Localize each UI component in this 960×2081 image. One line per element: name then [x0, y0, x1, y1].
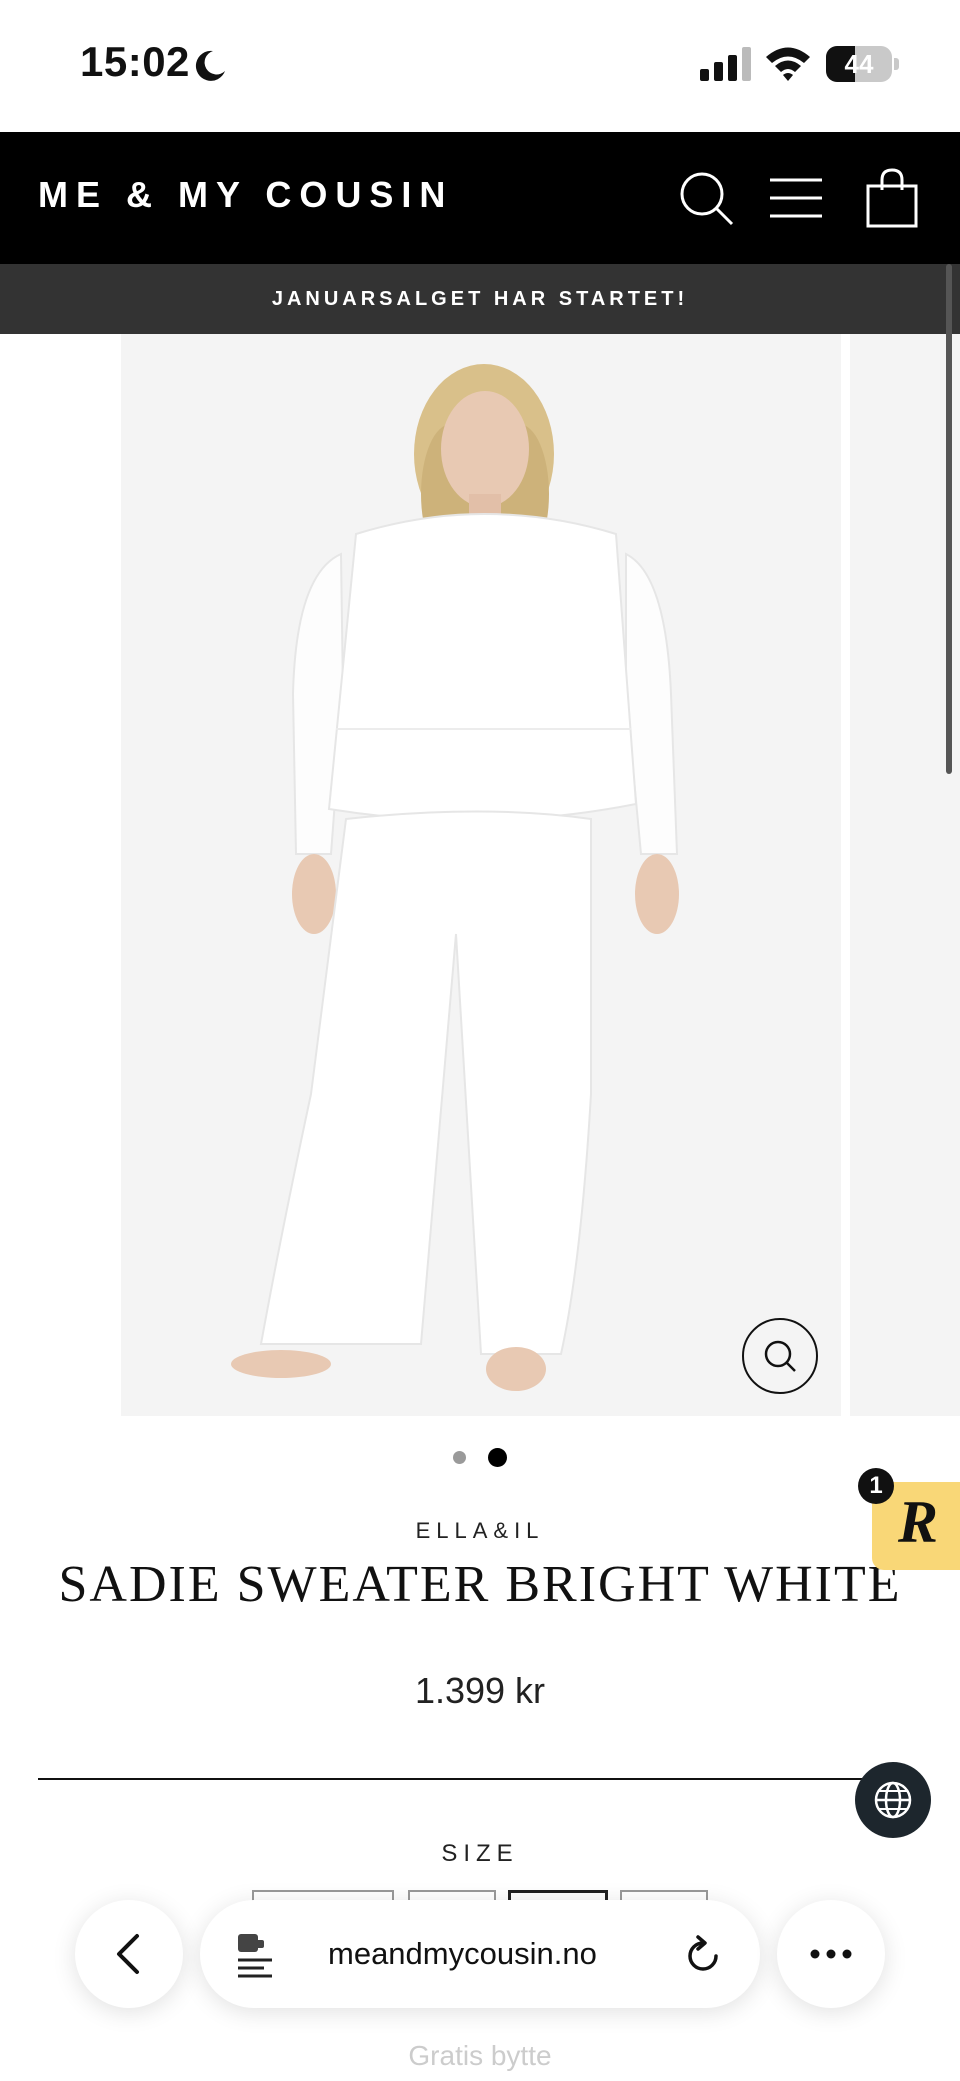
address-bar[interactable]: meandmycousin.no	[200, 1900, 760, 2008]
moon-icon	[195, 50, 225, 81]
product-brand[interactable]: ELLA&IL	[0, 1518, 960, 1544]
menu-icon[interactable]	[766, 168, 826, 228]
gallery-dots	[0, 1448, 960, 1472]
product-image[interactable]	[121, 334, 841, 1416]
rewards-badge: 1	[858, 1468, 894, 1504]
status-bar: 15:02 44	[0, 0, 960, 132]
signal-icon	[700, 47, 751, 81]
product-price: 1.399 kr	[414, 1670, 546, 1711]
reload-icon[interactable]	[682, 1934, 724, 1976]
wifi-icon	[766, 47, 810, 81]
battery-icon: 44	[826, 46, 900, 82]
language-button[interactable]	[855, 1762, 931, 1838]
site-header: ME & MY COUSIN	[0, 132, 960, 264]
zoom-button[interactable]	[742, 1318, 818, 1394]
url-text[interactable]: meandmycousin.no	[328, 1936, 597, 1972]
site-logo[interactable]: ME & MY COUSIN	[38, 174, 453, 216]
zoom-icon	[764, 1340, 796, 1372]
extension-icon[interactable]	[234, 1930, 278, 1978]
more-icon	[810, 1949, 852, 1959]
search-icon[interactable]	[676, 168, 736, 228]
product-gallery[interactable]	[0, 334, 960, 1416]
gallery-dot-2[interactable]	[488, 1448, 508, 1467]
gallery-slide-next[interactable]	[850, 334, 960, 1416]
size-label: SIZE	[441, 1840, 519, 1867]
status-time: 15:02	[80, 38, 190, 85]
gallery-dot-1[interactable]	[452, 1451, 466, 1464]
battery-level: 44	[844, 49, 874, 79]
announcement-bar[interactable]: JANUARSALGET HAR STARTET!	[0, 264, 960, 334]
product-title: SADIE SWEATER BRIGHT WHITE	[58, 1556, 902, 1613]
gallery-slide-active[interactable]	[121, 334, 841, 1416]
free-exchange-note: Gratis bytte	[408, 2040, 552, 2071]
back-button[interactable]	[75, 1900, 183, 2008]
divider	[38, 1778, 862, 1780]
scroll-indicator	[946, 264, 952, 774]
more-button[interactable]	[777, 1900, 885, 2008]
browser-toolbar: meandmycousin.no	[0, 1880, 960, 2030]
cart-icon[interactable]	[862, 168, 922, 228]
back-icon	[117, 1934, 139, 1974]
globe-icon	[874, 1781, 912, 1819]
